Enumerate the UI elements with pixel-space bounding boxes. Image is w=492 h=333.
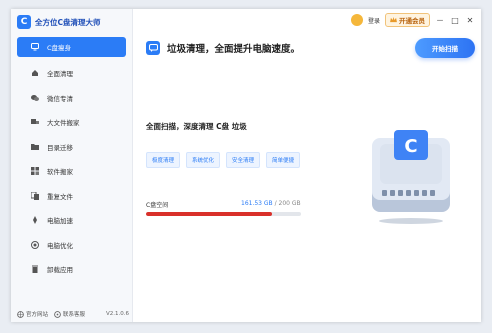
rocket-icon (31, 216, 39, 225)
globe-icon (17, 310, 24, 318)
feature-tags: 极度清理 系统优化 安全清理 简单便捷 (146, 152, 301, 168)
chat-bubble-icon (146, 41, 160, 55)
optimize-icon (31, 240, 39, 249)
title-bar-controls: 登录 开通会员 － □ ✕ (350, 13, 475, 27)
sidebar-item-label: 全面清理 (47, 70, 73, 79)
sidebar-item-wechat[interactable]: 微信专清 (11, 86, 132, 111)
sidebar-footer: 官方网站 联系客服 V2.1.0.6 (17, 310, 129, 318)
app-window: C 全方位C盘清理大师 C盘瘦身 全面清理 微信专清 大文件搬家 目录迁移 软件… (11, 9, 481, 322)
minimize-button[interactable]: － (435, 15, 445, 26)
app-title: 全方位C盘清理大师 (35, 17, 101, 27)
folder-move-icon (31, 143, 39, 151)
close-button[interactable]: ✕ (465, 16, 475, 25)
monitor-icon (31, 43, 39, 51)
contact-link[interactable]: 联系客服 (54, 310, 85, 318)
sidebar-item-full-clean[interactable]: 全面清理 (11, 61, 132, 86)
sidebar-item-label: 软件搬家 (47, 168, 73, 177)
disk-space-label: C盘空间 (146, 202, 169, 209)
headset-icon (54, 310, 61, 318)
sidebar-nav: C盘瘦身 全面清理 微信专清 大文件搬家 目录迁移 软件搬家 重复文件 电脑加速… (11, 37, 132, 282)
login-link[interactable]: 登录 (368, 16, 380, 25)
disk-usage-text: 161.53 GB / 200 GB (241, 200, 301, 207)
vip-button[interactable]: 开通会员 (385, 13, 430, 27)
app-logo-icon: C (17, 15, 31, 29)
disk-usage-bar (146, 212, 301, 216)
feature-tag: 简单便捷 (266, 152, 301, 168)
broom-icon (31, 69, 39, 77)
sidebar-item-label: 电脑优化 (47, 241, 73, 250)
page-title: 垃圾清理，全面提升电脑速度。 (167, 44, 301, 55)
avatar[interactable] (350, 14, 363, 26)
scan-section-title: 全面扫描，深度清理 C盘 垃圾 (146, 122, 247, 131)
sidebar-item-label: 目录迁移 (47, 143, 73, 152)
duplicate-icon (31, 191, 39, 200)
sidebar-item-label: 微信专清 (47, 94, 73, 103)
sidebar-item-label: 电脑加速 (47, 217, 73, 226)
disk-letter: C (404, 136, 417, 157)
disk-usage-bar-fill (146, 212, 272, 216)
brand: C 全方位C盘清理大师 (17, 15, 101, 29)
hero-banner: 垃圾清理，全面提升电脑速度。 (146, 41, 300, 55)
start-scan-button[interactable]: 开始扫描 (415, 38, 475, 58)
crown-icon (390, 17, 397, 23)
sidebar-item-uninstall[interactable]: 卸载应用 (11, 257, 132, 282)
sidebar-item-label: 大文件搬家 (47, 119, 80, 128)
disk-used: 161.53 GB (241, 200, 273, 207)
disk-illustration: C (372, 130, 450, 224)
sidebar-item-label: 重复文件 (47, 192, 73, 201)
truck-icon (31, 118, 39, 126)
sidebar-item-label: 卸载应用 (47, 266, 73, 275)
sidebar-item-app-move[interactable]: 软件搬家 (11, 159, 132, 184)
sidebar-item-duplicates[interactable]: 重复文件 (11, 184, 132, 209)
wechat-icon (31, 94, 39, 102)
sidebar-item-speedup[interactable]: 电脑加速 (11, 208, 132, 233)
feature-tag: 系统优化 (186, 152, 221, 168)
feature-tag: 安全清理 (226, 152, 261, 168)
sidebar-item-dir-move[interactable]: 目录迁移 (11, 135, 132, 160)
disk-total: 200 GB (278, 200, 301, 207)
version-label: V2.1.0.6 (105, 311, 129, 317)
sidebar-item-optimize[interactable]: 电脑优化 (11, 233, 132, 258)
website-link[interactable]: 官方网站 (17, 310, 48, 318)
maximize-button[interactable]: □ (450, 16, 460, 25)
sidebar-item-large-files[interactable]: 大文件搬家 (11, 110, 132, 135)
app-move-icon (31, 167, 39, 176)
sidebar-item-label: C盘瘦身 (47, 44, 72, 52)
feature-tag: 极度清理 (146, 152, 181, 168)
sidebar: C 全方位C盘清理大师 C盘瘦身 全面清理 微信专清 大文件搬家 目录迁移 软件… (11, 9, 133, 322)
trash-icon (31, 265, 39, 274)
sidebar-item-c-slim[interactable]: C盘瘦身 (17, 37, 126, 57)
